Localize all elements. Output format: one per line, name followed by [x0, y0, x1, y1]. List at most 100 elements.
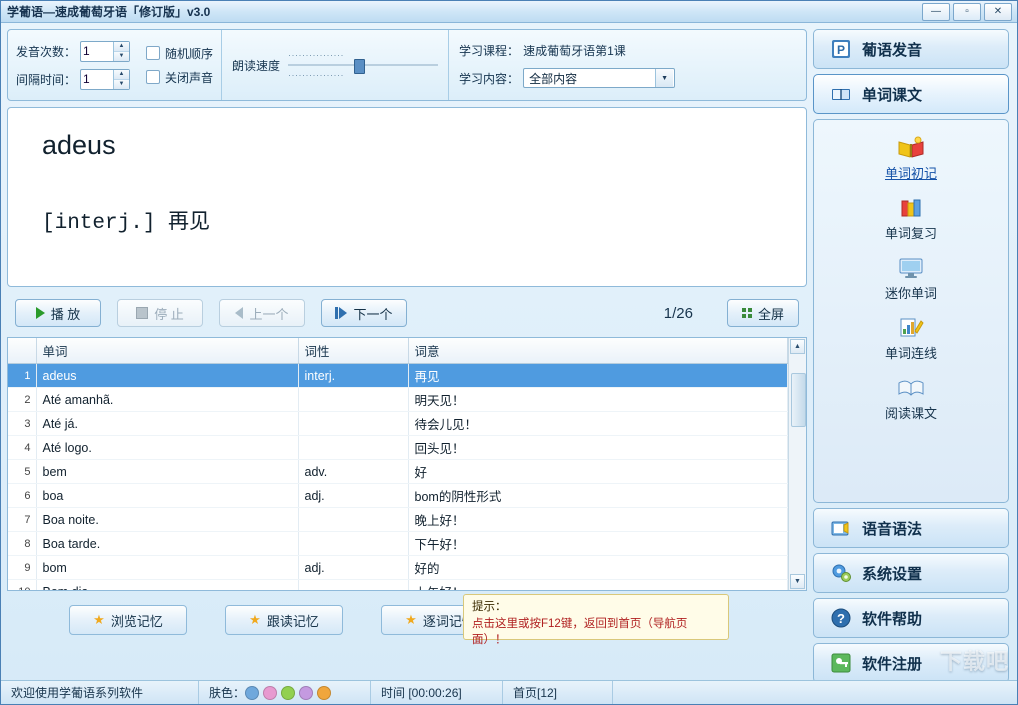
sidebar-item-words-texts[interactable]: 单词课文 [813, 74, 1009, 114]
play-button[interactable]: 播 放 [15, 299, 101, 327]
word-counter: 1/26 [423, 305, 711, 322]
sidebar-subitem-word-match[interactable]: 单词连线 [814, 310, 1008, 367]
title-bar: 学葡语—速成葡萄牙语「修订版」v3.0 — ▫ ✕ [1, 1, 1017, 23]
sidebar-item-phonetics-grammar-label: 语音语法 [862, 518, 922, 539]
fullscreen-icon [742, 308, 752, 318]
interval-down-icon[interactable]: ▼ [114, 80, 129, 89]
row-word: Até amanhã. [36, 388, 298, 412]
table-row[interactable]: 9 bom adj. 好的 [8, 556, 788, 580]
skin-color-blue[interactable] [245, 686, 259, 700]
interval-input[interactable] [81, 70, 113, 89]
prev-button[interactable]: 上一个 [219, 299, 305, 327]
browse-memory-button[interactable]: ★ 浏览记忆 [69, 605, 187, 635]
table-row[interactable]: 5 bem adv. 好 [8, 460, 788, 484]
table-row[interactable]: 6 boa adj. bom的阴性形式 [8, 484, 788, 508]
row-index: 10 [8, 580, 36, 591]
question-icon: ? [830, 607, 852, 629]
speed-label: 朗读速度 [232, 57, 280, 74]
mute-box-icon[interactable] [146, 70, 160, 84]
repeat-count-spin-buttons[interactable]: ▲ ▼ [113, 42, 129, 61]
col-pos[interactable]: 词性 [298, 338, 408, 364]
repeat-count-input[interactable] [81, 42, 113, 61]
table-row[interactable]: 8 Boa tarde. 下午好！ [8, 532, 788, 556]
star-icon: ★ [405, 612, 417, 628]
random-order-box-icon[interactable] [146, 46, 160, 60]
sidebar-item-phonetics-grammar[interactable]: 语音语法 [813, 508, 1009, 548]
content-select[interactable]: 全部内容 ▼ [523, 68, 675, 88]
minimize-button[interactable]: — [922, 3, 950, 21]
monitor-icon [895, 254, 927, 281]
row-word: Boa tarde. [36, 532, 298, 556]
sidebar-item-help-label: 软件帮助 [862, 608, 922, 629]
random-order-label: 随机顺序 [165, 45, 213, 62]
sidebar-subitem-mini-words[interactable]: 迷你单词 [814, 250, 1008, 307]
skin-color-pink[interactable] [263, 686, 277, 700]
tip-title: 提示： [472, 599, 720, 616]
sidebar-subitem-mini-words-label: 迷你单词 [885, 283, 937, 302]
course-row: 学习课程： 速成葡萄牙语第1课 [459, 42, 675, 59]
col-meaning[interactable]: 词意 [408, 338, 788, 364]
stacked-books-icon [895, 194, 927, 221]
fullscreen-button[interactable]: 全屏 [727, 299, 799, 327]
repeat-count-stepper[interactable]: ▲ ▼ [80, 41, 130, 62]
current-word: adeus [42, 130, 806, 161]
books-icon [830, 83, 852, 105]
sidebar-subitem-read-text[interactable]: 阅读课文 [814, 370, 1008, 427]
row-word: Até logo. [36, 436, 298, 460]
scrollbar-thumb[interactable] [791, 373, 806, 427]
scrollbar-track[interactable] [789, 355, 806, 573]
row-pos: adv. [298, 460, 408, 484]
table-row[interactable]: 1 adeus interj. 再见 [8, 364, 788, 388]
sidebar-item-words-texts-label: 单词课文 [862, 84, 922, 105]
row-pos [298, 580, 408, 591]
tip-box[interactable]: 提示： 点击这里或按F12键，返回到首页（导航页面）！ [463, 594, 729, 640]
chevron-down-icon[interactable]: ▼ [655, 69, 673, 87]
play-label: 播 放 [51, 304, 81, 323]
col-word[interactable]: 单词 [36, 338, 298, 364]
table-row[interactable]: 3 Até já. 待会儿见！ [8, 412, 788, 436]
interval-stepper[interactable]: ▲ ▼ [80, 69, 130, 90]
repeat-count-up-icon[interactable]: ▲ [114, 42, 129, 52]
course-value: 速成葡萄牙语第1课 [523, 42, 626, 59]
table-row[interactable]: 2 Até amanhã. 明天见！ [8, 388, 788, 412]
sidebar-subitem-review-label: 单词复习 [885, 223, 937, 242]
random-order-checkbox[interactable]: 随机顺序 [146, 45, 213, 62]
maximize-button[interactable]: ▫ [953, 3, 981, 21]
gears-icon [830, 562, 852, 584]
stop-label: 停 止 [154, 304, 184, 323]
previous-icon [235, 307, 243, 319]
row-index: 6 [8, 484, 36, 508]
status-welcome: 欢迎使用学葡语系列软件 [1, 681, 199, 704]
table-row[interactable]: 7 Boa noite. 晚上好！ [8, 508, 788, 532]
col-index[interactable] [8, 338, 36, 364]
stop-button[interactable]: 停 止 [117, 299, 203, 327]
interval-spin-buttons[interactable]: ▲ ▼ [113, 70, 129, 89]
sidebar-item-help[interactable]: ? 软件帮助 [813, 598, 1009, 638]
playback-controls: 播 放 停 止 上一个 下一个 1/26 [7, 291, 807, 335]
sidebar-item-pronunciation[interactable]: P 葡语发音 [813, 29, 1009, 69]
svg-text:P: P [837, 43, 845, 57]
skin-color-orange[interactable] [317, 686, 331, 700]
close-button[interactable]: ✕ [984, 3, 1012, 21]
window-controls: — ▫ ✕ [922, 3, 1015, 21]
status-home[interactable]: 首页[12] [503, 681, 613, 704]
sidebar-subitem-first-learn[interactable]: 单词初记 [814, 130, 1008, 187]
table-row[interactable]: 10 Bom dia. 上午好！ [8, 580, 788, 591]
table-row[interactable]: 4 Até logo. 回头见！ [8, 436, 788, 460]
sidebar-item-settings[interactable]: 系统设置 [813, 553, 1009, 593]
memory-buttons-bar: ★ 浏览记忆 ★ 跟读记忆 ★ 逐词记忆 提示： 点击这里或按F12键，返回到首… [7, 598, 807, 642]
skin-color-green[interactable] [281, 686, 295, 700]
repeat-count-down-icon[interactable]: ▼ [114, 52, 129, 61]
speed-slider[interactable]: · · · · · · · · · · · · · · · · · · · · … [288, 48, 438, 82]
interval-up-icon[interactable]: ▲ [114, 70, 129, 80]
scroll-down-icon[interactable]: ▼ [790, 574, 805, 589]
scroll-up-icon[interactable]: ▲ [790, 339, 805, 354]
mute-checkbox[interactable]: 关闭声音 [146, 69, 213, 86]
skin-color-purple[interactable] [299, 686, 313, 700]
next-button[interactable]: 下一个 [321, 299, 407, 327]
table-scrollbar[interactable]: ▲ ▼ [788, 338, 806, 590]
sidebar-subitem-review[interactable]: 单词复习 [814, 190, 1008, 247]
follow-read-memory-button[interactable]: ★ 跟读记忆 [225, 605, 343, 635]
interval-row: 间隔时间： ▲ ▼ [16, 69, 130, 90]
chart-pencil-icon [895, 314, 927, 341]
